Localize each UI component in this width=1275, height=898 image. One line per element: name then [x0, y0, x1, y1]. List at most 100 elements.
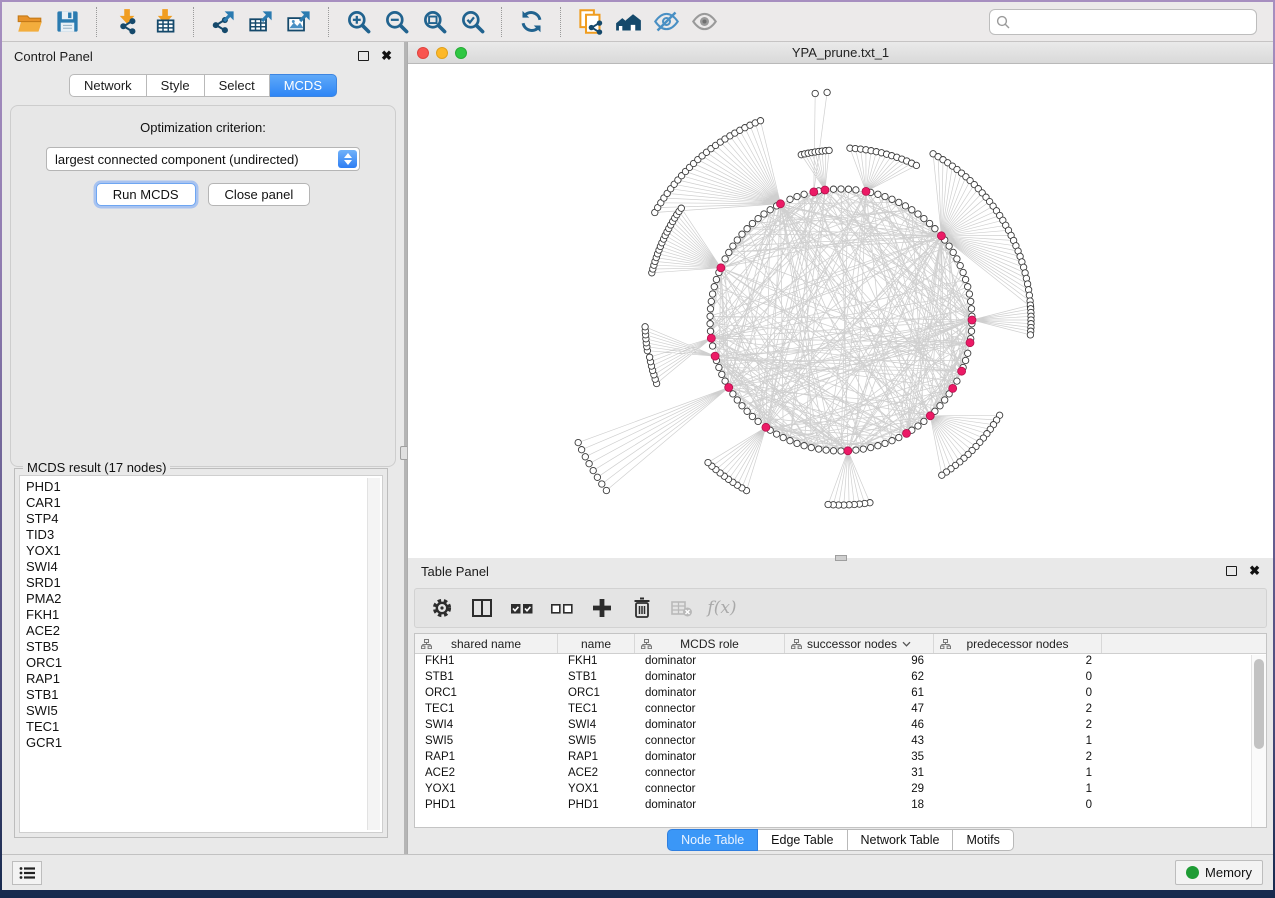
mcds-node-item[interactable]: CAR1 [26, 495, 382, 511]
table-scrollbar-thumb[interactable] [1254, 659, 1264, 749]
graph-node[interactable] [812, 90, 818, 96]
graph-node[interactable] [853, 447, 859, 453]
table-row[interactable]: FKH1FKH1dominator962 [415, 654, 1266, 670]
graph-node[interactable] [889, 196, 895, 202]
column-header-predecessor-nodes[interactable]: predecessor nodes [934, 634, 1102, 653]
memory-button[interactable]: Memory [1175, 860, 1263, 885]
network-graph[interactable] [408, 64, 1272, 556]
graph-node[interactable] [594, 474, 600, 480]
mcds-node-item[interactable]: TEC1 [26, 719, 382, 735]
graph-node[interactable] [965, 350, 971, 356]
graph-mcds-node[interactable] [903, 429, 911, 437]
table-row[interactable]: SWI4SWI4dominator462 [415, 718, 1266, 734]
graph-node[interactable] [678, 205, 684, 211]
column-header-MCDS-role[interactable]: MCDS role [635, 634, 785, 653]
table-row[interactable]: ACE2ACE2connector311 [415, 766, 1266, 782]
tab-style[interactable]: Style [147, 74, 205, 97]
graph-node[interactable] [586, 461, 592, 467]
graph-node[interactable] [739, 403, 745, 409]
mcds-node-item[interactable]: PMA2 [26, 591, 382, 607]
graph-node[interactable] [757, 118, 763, 124]
graph-node[interactable] [824, 89, 830, 95]
graph-node[interactable] [816, 446, 822, 452]
add-column-button[interactable] [585, 592, 619, 624]
delete-column-button[interactable] [625, 592, 659, 624]
graph-node[interactable] [968, 298, 974, 304]
graph-node[interactable] [962, 276, 968, 282]
network-canvas[interactable] [408, 64, 1273, 558]
graph-mcds-node[interactable] [707, 334, 715, 342]
hide-selected-button[interactable] [647, 6, 685, 38]
graph-node[interactable] [950, 249, 956, 255]
graph-node[interactable] [968, 306, 974, 312]
tab-network-table[interactable]: Network Table [848, 829, 954, 851]
graph-node[interactable] [954, 378, 960, 384]
graph-node[interactable] [913, 162, 919, 168]
import-network-button[interactable] [107, 6, 145, 38]
graph-node[interactable] [954, 256, 960, 262]
table-row[interactable]: PHD1PHD1dominator180 [415, 798, 1266, 814]
graph-node[interactable] [578, 447, 584, 453]
mcds-list-scrollbar[interactable] [367, 478, 380, 830]
mcds-node-item[interactable]: STB5 [26, 639, 382, 655]
import-table-button[interactable] [145, 6, 183, 38]
mcds-node-item[interactable]: ORC1 [26, 655, 382, 671]
tab-network[interactable]: Network [69, 74, 147, 97]
graph-node[interactable] [968, 328, 974, 334]
graph-node[interactable] [716, 364, 722, 370]
column-header-successor-nodes[interactable]: successor nodes [785, 634, 934, 653]
graph-node[interactable] [966, 291, 972, 297]
graph-node[interactable] [838, 186, 844, 192]
tab-mcds[interactable]: MCDS [270, 74, 337, 97]
table-row[interactable]: YOX1YOX1connector291 [415, 782, 1266, 798]
mcds-node-item[interactable]: GCR1 [26, 735, 382, 751]
close-icon[interactable]: ✖ [1249, 566, 1260, 576]
graph-mcds-node[interactable] [762, 423, 770, 431]
graph-node[interactable] [603, 487, 609, 493]
graph-mcds-node[interactable] [777, 200, 785, 208]
graph-node[interactable] [860, 446, 866, 452]
mcds-result-list[interactable]: PHD1CAR1STP4TID3YOX1SWI4SRD1PMA2FKH1ACE2… [19, 475, 383, 833]
mcds-node-item[interactable]: SRD1 [26, 575, 382, 591]
graph-mcds-node[interactable] [926, 412, 934, 420]
graph-node[interactable] [882, 440, 888, 446]
graph-node[interactable] [921, 215, 927, 221]
graph-node[interactable] [722, 256, 728, 262]
table-row[interactable]: SWI5SWI5connector431 [415, 734, 1266, 750]
graph-mcds-node[interactable] [958, 367, 966, 375]
split-panel-button[interactable] [465, 592, 499, 624]
table-scrollbar[interactable] [1251, 655, 1266, 827]
refresh-view-button[interactable] [512, 6, 550, 38]
show-all-button[interactable] [685, 6, 723, 38]
select-all-button[interactable] [505, 592, 539, 624]
graph-mcds-node[interactable] [862, 187, 870, 195]
close-icon[interactable]: ✖ [381, 51, 392, 61]
graph-node[interactable] [960, 269, 966, 275]
first-neighbors-button[interactable] [609, 6, 647, 38]
graph-node[interactable] [845, 186, 851, 192]
graph-mcds-node[interactable] [821, 186, 829, 194]
graph-node[interactable] [787, 196, 793, 202]
horizontal-splitter-handle[interactable] [835, 555, 847, 561]
run-mcds-button[interactable]: Run MCDS [96, 183, 196, 206]
export-table-button[interactable] [242, 6, 280, 38]
column-header-name[interactable]: name [558, 634, 635, 653]
graph-node[interactable] [825, 501, 831, 507]
graph-node[interactable] [705, 459, 711, 465]
graph-node[interactable] [646, 354, 652, 360]
graph-node[interactable] [902, 203, 908, 209]
graph-node[interactable] [1027, 332, 1033, 338]
column-header-shared-name[interactable]: shared name [415, 634, 558, 653]
graph-node[interactable] [882, 193, 888, 199]
graph-node[interactable] [642, 324, 648, 330]
open-file-button[interactable] [10, 6, 48, 38]
attribute-settings-button[interactable] [425, 592, 459, 624]
graph-node[interactable] [744, 226, 750, 232]
float-icon[interactable] [1226, 566, 1237, 576]
graph-node[interactable] [875, 191, 881, 197]
graph-mcds-node[interactable] [966, 339, 974, 347]
graph-node[interactable] [921, 418, 927, 424]
mcds-node-item[interactable]: STP4 [26, 511, 382, 527]
zoom-fit-button[interactable] [415, 6, 453, 38]
export-network-button[interactable] [204, 6, 242, 38]
